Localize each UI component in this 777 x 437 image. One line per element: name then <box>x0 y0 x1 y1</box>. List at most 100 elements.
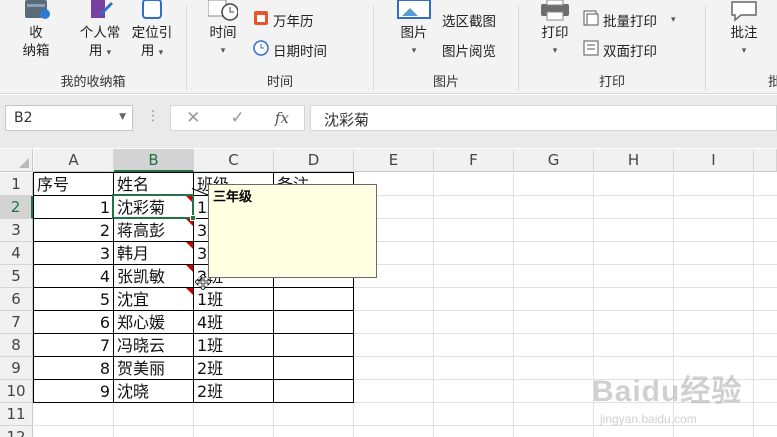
screenshot-button[interactable]: 选区截图 <box>442 10 496 30</box>
datetime-label: 日期时间 <box>273 44 327 60</box>
print-label: 打印 <box>541 25 569 41</box>
comment-marker-b5[interactable] <box>186 265 193 272</box>
cell-b2[interactable]: 沈彩菊 <box>114 196 193 219</box>
chevron-down-icon: ▾ <box>741 46 747 56</box>
cancel-icon[interactable]: ✕ <box>186 108 200 128</box>
locate-ref-label-1: 定位引 <box>131 25 173 41</box>
datetime-button[interactable]: 日期时间 <box>253 40 327 60</box>
cell-a8[interactable]: 7 <box>34 334 113 357</box>
cell-b1[interactable]: 姓名 <box>114 173 193 196</box>
cell-a5[interactable]: 4 <box>34 265 113 288</box>
enter-icon[interactable]: ✓ <box>230 108 244 128</box>
image-viewer-button[interactable]: 图片阅览 <box>442 40 496 60</box>
fill-handle[interactable] <box>190 215 196 221</box>
row-header-5[interactable]: 5 <box>0 265 33 288</box>
column-header-h[interactable]: H <box>594 149 674 172</box>
ribbon: 收 纳箱 个人常 用 ▾ 定位引 用 ▾ 我的收纳箱 时间 ▾ 万年历 日期时间… <box>0 0 777 94</box>
cell-a7[interactable]: 6 <box>34 311 113 334</box>
personal-label-1: 个人常 <box>79 25 121 41</box>
column-header-b[interactable]: B <box>114 149 194 172</box>
personal-button[interactable]: 个人常 用 ▾ <box>72 0 128 62</box>
duplex-print-label: 双面打印 <box>603 44 657 60</box>
chevron-down-icon: ▾ <box>411 46 417 56</box>
storage-box-label-1: 收 <box>29 25 43 41</box>
row-header-11[interactable]: 11 <box>0 403 33 426</box>
row-header-10[interactable]: 10 <box>0 380 33 403</box>
group-comment: 批注 ▾ 批 <box>706 0 777 93</box>
row-header-2[interactable]: 2 <box>0 196 33 219</box>
cell-a1[interactable]: 序号 <box>34 173 113 196</box>
row-header-7[interactable]: 7 <box>0 311 33 334</box>
group-label-picture: 图片 <box>432 75 459 90</box>
cell-c7[interactable]: 4班 <box>194 311 273 334</box>
select-all-corner[interactable] <box>0 149 33 172</box>
cell-a10[interactable]: 9 <box>34 380 113 403</box>
cell-comment-box[interactable]: 三年级 <box>208 184 377 278</box>
locate-ref-icon <box>137 0 167 22</box>
column-header-d[interactable]: D <box>274 149 354 172</box>
cell-b10[interactable]: 沈晓 <box>114 380 193 403</box>
cell-c10[interactable]: 2班 <box>194 380 273 403</box>
cell-b5[interactable]: 张凯敏 <box>114 265 193 288</box>
calendar-icon <box>253 10 269 30</box>
column-header-e[interactable]: E <box>354 149 434 172</box>
row-header-3[interactable]: 3 <box>0 219 33 242</box>
cell-a2[interactable]: 1 <box>34 196 113 219</box>
column-header-f[interactable]: F <box>434 149 514 172</box>
row-header-9[interactable]: 9 <box>0 357 33 380</box>
storage-box-icon <box>21 0 51 22</box>
chevron-down-icon: ▾ <box>671 15 676 25</box>
storage-box-label-2: 纳箱 <box>22 43 50 59</box>
cell-c8[interactable]: 1班 <box>194 334 273 357</box>
comment-marker-b6[interactable] <box>186 288 193 295</box>
time-label: 时间 <box>209 25 237 41</box>
storage-box-button[interactable]: 收 纳箱 <box>14 0 58 60</box>
picture-button[interactable]: 图片 ▾ <box>394 0 434 60</box>
gridline-col <box>513 173 514 437</box>
cell-a6[interactable]: 5 <box>34 288 113 311</box>
cell-b9[interactable]: 贺美丽 <box>114 357 193 380</box>
print-button[interactable]: 打印 ▾ <box>533 0 577 60</box>
column-header-a[interactable]: A <box>34 149 114 172</box>
row-header-1[interactable]: 1 <box>0 173 33 196</box>
screenshot-label: 选区截图 <box>442 14 496 30</box>
cell-c9[interactable]: 2班 <box>194 357 273 380</box>
comment-label: 批注 <box>730 25 758 41</box>
row-header-6[interactable]: 6 <box>0 288 33 311</box>
duplex-print-button[interactable]: 双面打印 <box>583 40 657 60</box>
group-my-box: 收 纳箱 个人常 用 ▾ 定位引 用 ▾ 我的收纳箱 <box>0 0 186 93</box>
name-box[interactable]: B2 ▼ <box>5 105 133 131</box>
picture-label: 图片 <box>400 25 428 41</box>
formula-bar-splitter[interactable]: ⋮ <box>146 108 160 124</box>
cell-b8[interactable]: 冯晓云 <box>114 334 193 357</box>
formula-buttons: ✕ ✓ fx <box>170 105 305 131</box>
cell-b7[interactable]: 郑心媛 <box>114 311 193 334</box>
locate-ref-button[interactable]: 定位引 用 ▾ <box>126 0 178 62</box>
calendar-button[interactable]: 万年历 <box>253 10 314 30</box>
watermark: Baidu经验 jingyan.baidu.com <box>592 366 762 428</box>
cell-b6[interactable]: 沈宜 <box>114 288 193 311</box>
cell-b4[interactable]: 韩月 <box>114 242 193 265</box>
cell-a3[interactable]: 2 <box>34 219 113 242</box>
batch-print-label: 批量打印 <box>603 14 657 30</box>
row-header-12[interactable]: 12 <box>0 426 33 437</box>
cell-a4[interactable]: 3 <box>34 242 113 265</box>
time-button[interactable]: 时间 ▾ <box>201 0 245 60</box>
row-header-4[interactable]: 4 <box>0 242 33 265</box>
name-box-value: B2 <box>14 110 33 126</box>
comment-button[interactable]: 批注 ▾ <box>724 0 764 60</box>
insert-function-icon[interactable]: fx <box>275 109 289 127</box>
cell-a9[interactable]: 8 <box>34 357 113 380</box>
chevron-down-icon[interactable]: ▼ <box>119 112 126 122</box>
batch-print-button[interactable]: 批量打印 ▾ <box>583 10 676 30</box>
column-header-c[interactable]: C <box>194 149 274 172</box>
comment-icon <box>729 0 759 22</box>
column-header-g[interactable]: G <box>514 149 594 172</box>
formula-input[interactable]: 沈彩菊 <box>310 105 777 131</box>
column-header-i[interactable]: I <box>674 149 754 172</box>
comment-marker-b4[interactable] <box>186 242 193 249</box>
comment-marker-b2[interactable] <box>186 196 193 203</box>
row-header-8[interactable]: 8 <box>0 334 33 357</box>
personal-label-2: 用 <box>88 43 103 59</box>
cell-b3[interactable]: 蒋高彭 <box>114 219 193 242</box>
